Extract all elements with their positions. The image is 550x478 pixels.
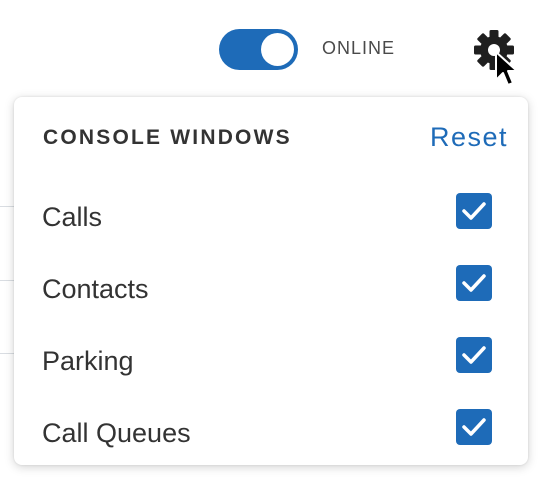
- checkmark-icon: [462, 274, 486, 292]
- call-queues-checkbox[interactable]: [456, 409, 492, 445]
- parking-checkbox[interactable]: [456, 337, 492, 373]
- console-item-call-queues[interactable]: Call Queues: [14, 406, 528, 466]
- checkmark-icon: [462, 202, 486, 220]
- online-status-toggle[interactable]: [219, 29, 298, 70]
- console-windows-dropdown: CONSOLE WINDOWS Reset Calls Contacts Par…: [14, 97, 528, 465]
- console-item-label: Calls: [42, 202, 103, 232]
- checkmark-icon: [462, 418, 486, 436]
- console-item-parking[interactable]: Parking: [14, 334, 528, 394]
- console-item-label: Contacts: [42, 274, 149, 304]
- console-windows-title: CONSOLE WINDOWS: [43, 126, 292, 149]
- checkmark-icon: [462, 346, 486, 364]
- calls-checkbox[interactable]: [456, 193, 492, 229]
- contacts-checkbox[interactable]: [456, 265, 492, 301]
- online-status-label: ONLINE: [322, 38, 396, 58]
- console-item-label: Parking: [42, 346, 134, 376]
- reset-link[interactable]: Reset: [430, 122, 508, 153]
- mouse-cursor-icon: [494, 50, 520, 88]
- console-item-contacts[interactable]: Contacts: [14, 262, 528, 322]
- toggle-knob: [261, 33, 294, 66]
- console-item-label: Call Queues: [42, 418, 191, 448]
- console-item-calls[interactable]: Calls: [14, 190, 528, 250]
